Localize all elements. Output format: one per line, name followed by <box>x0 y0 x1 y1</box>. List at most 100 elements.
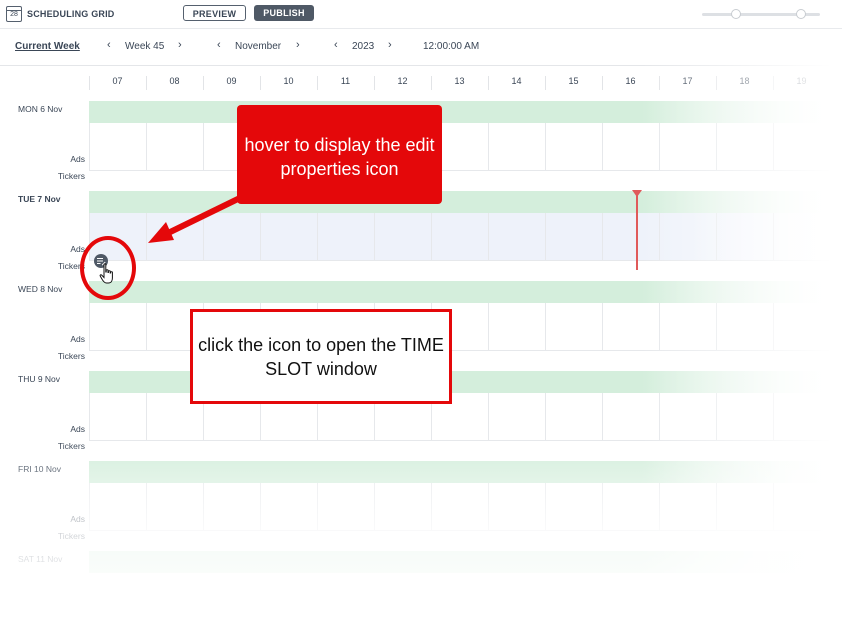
hour-gridline <box>431 483 432 531</box>
current-week-link[interactable]: Current Week <box>15 41 80 52</box>
hour-gridline <box>431 213 432 261</box>
hour-gridline <box>203 483 204 531</box>
hour-gridline <box>773 213 774 261</box>
tickers-label: Tickers <box>57 351 85 361</box>
week-next-chevron-icon[interactable]: › <box>178 39 182 51</box>
hour-gridline <box>659 483 660 531</box>
time-slot[interactable] <box>89 123 842 171</box>
week-prev-chevron-icon[interactable]: ‹ <box>107 39 111 51</box>
hour-label: 09 <box>226 76 237 86</box>
zoom-slider-min-handle[interactable] <box>731 9 741 19</box>
tickers-label: Tickers <box>57 441 85 451</box>
hour-gridline <box>488 123 489 171</box>
week-value: Week 45 <box>125 41 165 52</box>
ads-label: Ads <box>70 514 85 524</box>
day-label: TUE 7 Nov <box>18 194 61 204</box>
hour-label: 13 <box>454 76 465 86</box>
ads-label: Ads <box>70 244 85 254</box>
hour-gridline <box>488 393 489 441</box>
ads-label: Ads <box>70 334 85 344</box>
day-label: WED 8 Nov <box>18 284 63 294</box>
month-value: November <box>235 41 282 52</box>
hour-header: 07 08 09 10 11 12 13 14 15 16 17 18 19 <box>89 76 842 90</box>
click-callout: click the icon to open the TIME SLOT win… <box>190 309 452 404</box>
hour-gridline <box>488 303 489 351</box>
hour-gridline <box>602 303 603 351</box>
hour-gridline <box>545 123 546 171</box>
hour-gridline <box>146 393 147 441</box>
hour-tick <box>716 76 717 90</box>
hour-gridline <box>317 213 318 261</box>
tickers-label: Tickers <box>57 531 85 541</box>
time-slot[interactable] <box>89 483 842 531</box>
current-time-marker <box>636 192 638 270</box>
day-lane[interactable] <box>89 461 842 483</box>
hour-label: 18 <box>739 76 750 86</box>
hour-gridline <box>488 483 489 531</box>
hour-gridline <box>488 213 489 261</box>
top-bar: 28 SCHEDULING GRID PREVIEW PUBLISH <box>0 0 842 29</box>
hour-gridline <box>317 483 318 531</box>
ads-label: Ads <box>70 424 85 434</box>
month-next-chevron-icon[interactable]: › <box>296 39 300 51</box>
callout-arrow <box>148 193 246 243</box>
preview-button[interactable]: PREVIEW <box>183 5 246 21</box>
hour-gridline <box>602 393 603 441</box>
publish-button[interactable]: PUBLISH <box>254 5 314 21</box>
month-prev-chevron-icon[interactable]: ‹ <box>217 39 221 51</box>
hour-gridline <box>773 483 774 531</box>
hour-gridline <box>545 483 546 531</box>
year-value: 2023 <box>352 41 375 52</box>
hour-gridline <box>773 123 774 171</box>
hour-gridline <box>716 483 717 531</box>
zoom-slider-max-handle[interactable] <box>796 9 806 19</box>
hour-gridline <box>773 303 774 351</box>
year-next-chevron-icon[interactable]: › <box>388 39 392 51</box>
hour-gridline <box>716 123 717 171</box>
row-divider <box>89 530 842 531</box>
day-label: SAT 11 Nov <box>18 554 63 564</box>
hour-label: 19 <box>796 76 807 86</box>
hour-tick <box>431 76 432 90</box>
hover-callout: hover to display the edit properties ico… <box>237 105 442 204</box>
hour-tick <box>488 76 489 90</box>
row-divider <box>89 440 842 441</box>
day-label: FRI 10 Nov <box>18 464 61 474</box>
year-prev-chevron-icon[interactable]: ‹ <box>334 39 338 51</box>
hour-label: 17 <box>682 76 693 86</box>
hour-tick <box>146 76 147 90</box>
hour-label: 07 <box>112 76 123 86</box>
calendar-icon: 28 <box>6 6 22 22</box>
hour-gridline <box>374 483 375 531</box>
hour-label: 10 <box>283 76 294 86</box>
hour-label: 15 <box>568 76 579 86</box>
tickers-label: Tickers <box>57 261 85 271</box>
day-lane[interactable] <box>89 281 842 303</box>
hour-tick <box>260 76 261 90</box>
hour-gridline <box>602 213 603 261</box>
hour-gridline <box>89 483 90 531</box>
hour-tick <box>773 76 774 90</box>
hour-gridline <box>89 303 90 351</box>
hour-gridline <box>545 393 546 441</box>
hour-gridline <box>716 393 717 441</box>
hour-tick <box>545 76 546 90</box>
hour-gridline <box>716 213 717 261</box>
hour-tick <box>659 76 660 90</box>
hour-label: 14 <box>511 76 522 86</box>
hour-gridline <box>659 213 660 261</box>
hour-gridline <box>602 483 603 531</box>
day-lane[interactable] <box>89 101 842 123</box>
hour-gridline <box>602 123 603 171</box>
time-value: 12:00:00 AM <box>423 41 480 52</box>
day-lane[interactable] <box>89 551 842 573</box>
row-divider <box>89 260 842 261</box>
hour-gridline <box>545 213 546 261</box>
hour-tick <box>89 76 90 90</box>
date-navigation-bar: Current Week ‹ Week 45 › ‹ November › ‹ … <box>0 29 842 66</box>
tickers-label: Tickers <box>57 171 85 181</box>
hour-gridline <box>146 303 147 351</box>
hour-gridline <box>374 213 375 261</box>
hour-gridline <box>260 213 261 261</box>
hour-label: 08 <box>169 76 180 86</box>
